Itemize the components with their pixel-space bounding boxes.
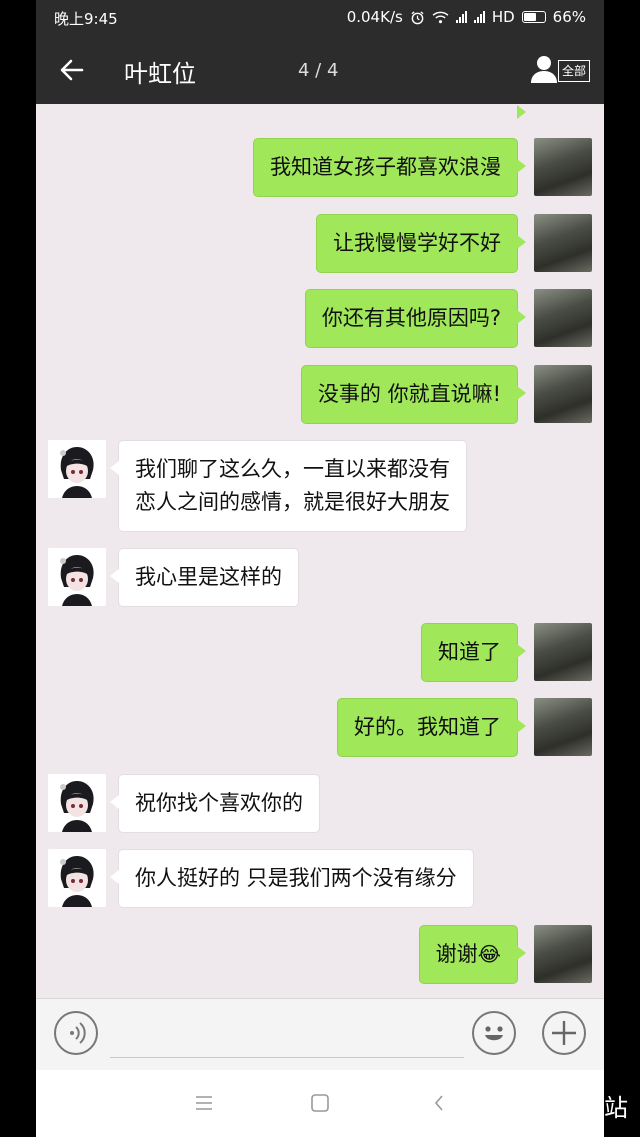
message-text-line: 恋人之间的感情，就是很好大朋友 — [135, 490, 450, 514]
my-avatar[interactable] — [534, 698, 592, 756]
incoming-message-bubble[interactable]: 祝你找个喜欢你的 — [110, 774, 320, 833]
voice-button[interactable] — [54, 1011, 98, 1055]
outgoing-message-bubble[interactable]: 知道了 — [421, 623, 526, 682]
signal-icon — [455, 11, 467, 23]
message-text: 祝你找个喜欢你的 — [135, 791, 303, 815]
message-row: 你人挺好的 只是我们两个没有缘分 — [36, 849, 604, 908]
message-row: 我心里是这样的 — [36, 548, 604, 607]
my-avatar[interactable] — [534, 138, 592, 196]
message-text: 你还有其他原因吗? — [321, 306, 501, 330]
input-bar — [36, 998, 604, 1071]
system-nav-bar — [36, 1070, 604, 1137]
battery-icon — [521, 11, 546, 23]
incoming-message-bubble[interactable]: 我心里是这样的 — [110, 548, 299, 607]
network-speed: 0.04K/s — [346, 8, 403, 26]
my-avatar[interactable] — [534, 623, 592, 681]
outgoing-message-bubble[interactable]: 我知道女孩子都喜欢浪漫 — [253, 138, 526, 197]
message-text-line: 我们聊了这么久，一直以来都没有 — [135, 457, 450, 481]
message-text: 好的。我知道了 — [354, 715, 501, 739]
contacts-all-label: 全部 — [557, 60, 590, 82]
outgoing-message-bubble[interactable]: 没事的 你就直说嘛! — [300, 365, 527, 424]
message-text: 没事的 你就直说嘛! — [317, 382, 501, 406]
emoji-icon — [485, 1026, 503, 1041]
chat-title: 叶虹位 — [124, 60, 196, 88]
incoming-message-bubble[interactable]: 我们聊了这么久，一直以来都没有 恋人之间的感情，就是很好大朋友 — [110, 440, 467, 532]
phone-screen: 晚上9:45 0.04K/s HD 66% 叶虹位 4 / 4 全部 我知道女孩… — [36, 0, 604, 1137]
wifi-icon — [432, 11, 449, 23]
outgoing-message-bubble[interactable]: 你还有其他原因吗? — [304, 289, 527, 348]
person-icon — [531, 56, 557, 83]
arrow-left-icon[interactable] — [58, 56, 86, 84]
message-text: 知道了 — [438, 640, 501, 664]
my-avatar[interactable] — [534, 214, 592, 272]
message-text: 我知道女孩子都喜欢浪漫 — [270, 155, 501, 179]
message-row: 好的。我知道了 — [36, 698, 604, 757]
outgoing-message-bubble[interactable]: 让我慢慢学好不好 — [316, 214, 526, 273]
home-icon[interactable] — [310, 1093, 330, 1113]
plus-icon — [552, 1021, 576, 1045]
message-text: 我心里是这样的 — [135, 565, 282, 589]
message-row: 知道了 — [36, 623, 604, 682]
signal-icon-2 — [473, 11, 485, 23]
outgoing-message-bubble[interactable]: 谢谢😂 — [418, 925, 527, 984]
emoji-button[interactable] — [472, 1011, 516, 1055]
message-row: 谢谢😂 — [36, 925, 604, 984]
my-avatar[interactable] — [534, 365, 592, 423]
contact-avatar[interactable] — [48, 849, 106, 907]
voice-icon — [70, 1022, 86, 1044]
message-row: 我们聊了这么久，一直以来都没有 恋人之间的感情，就是很好大朋友 — [36, 440, 604, 532]
message-text: 谢谢 — [435, 942, 478, 966]
contact-avatar[interactable] — [48, 440, 106, 498]
status-right: 0.04K/s HD 66% — [347, 8, 586, 26]
message-list[interactable]: 我知道女孩子都喜欢浪漫让我慢慢学好不好你还有其他原因吗? 没事的 你就直说嘛! 我们… — [36, 104, 604, 998]
message-input[interactable] — [110, 1009, 464, 1058]
contact-avatar[interactable] — [48, 548, 106, 606]
message-text: 你人挺好的 只是我们两个没有缘分 — [135, 866, 457, 890]
page-indicator: 4 / 4 — [298, 60, 339, 81]
message-text: 让我慢慢学好不好 — [333, 231, 501, 255]
alarm-icon — [411, 10, 424, 24]
plus-button[interactable] — [542, 1011, 586, 1055]
contacts-button[interactable]: 全部 — [530, 52, 590, 88]
status-bar: 晚上9:45 0.04K/s HD 66% — [36, 0, 604, 36]
network-type: HD — [491, 8, 515, 26]
status-time: 晚上9:45 — [54, 10, 118, 28]
back-chevron-icon[interactable] — [432, 1093, 448, 1113]
my-avatar[interactable] — [534, 289, 592, 347]
menu-icon[interactable] — [194, 1094, 214, 1112]
incoming-message-bubble[interactable]: 你人挺好的 只是我们两个没有缘分 — [110, 849, 474, 908]
outgoing-message-bubble[interactable]: 好的。我知道了 — [337, 698, 526, 757]
message-row: 你还有其他原因吗? — [36, 289, 604, 348]
contact-avatar[interactable] — [48, 774, 106, 832]
title-bar: 叶虹位 4 / 4 全部 — [36, 36, 604, 104]
battery-percent: 66% — [552, 8, 586, 26]
message-row: 让我慢慢学好不好 — [36, 214, 604, 273]
message-row: 我知道女孩子都喜欢浪漫 — [36, 138, 604, 197]
tears-of-joy-emoji-icon: 😂 — [477, 942, 501, 966]
message-row: 没事的 你就直说嘛! — [36, 365, 604, 424]
my-avatar[interactable] — [534, 925, 592, 983]
watermark-text: 站 — [604, 1094, 628, 1122]
message-row: 祝你找个喜欢你的 — [36, 774, 604, 833]
